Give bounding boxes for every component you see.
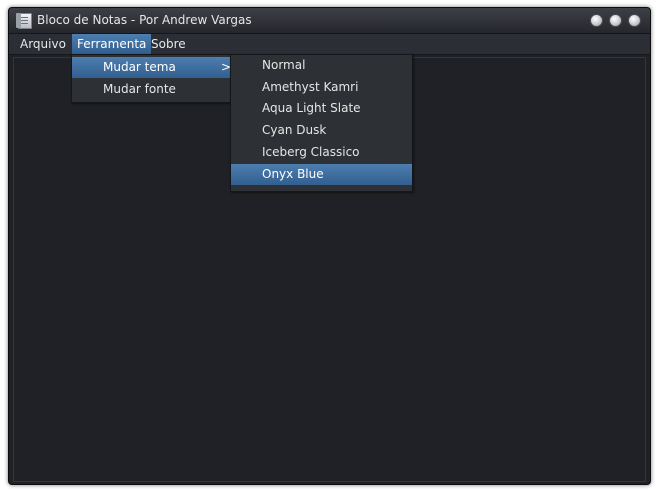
app-window: Bloco de Notas - Por Andrew Vargas Arqui…	[8, 7, 651, 485]
theme-option-label: Amethyst Kamri	[262, 80, 359, 94]
theme-option-normal[interactable]: Normal	[231, 55, 412, 76]
ferramenta-dropdown: Mudar tema > Mudar fonte	[71, 54, 232, 103]
theme-option-onyx-blue[interactable]: Onyx Blue	[231, 164, 412, 185]
close-button[interactable]	[628, 14, 641, 27]
theme-option-iceberg-classico[interactable]: Iceberg Classico	[231, 142, 412, 163]
theme-option-label: Aqua Light Slate	[262, 101, 361, 115]
maximize-button[interactable]	[609, 14, 622, 27]
menu-item-mudar-fonte[interactable]: Mudar fonte	[72, 79, 231, 100]
theme-option-label: Onyx Blue	[262, 167, 324, 181]
theme-option-label: Iceberg Classico	[262, 145, 360, 159]
menu-item-label: Mudar tema	[103, 60, 176, 74]
window-title: Bloco de Notas - Por Andrew Vargas	[37, 13, 252, 27]
menu-ferramenta[interactable]: Ferramenta	[72, 34, 152, 54]
menu-sobre[interactable]: Sobre	[146, 34, 191, 54]
minimize-button[interactable]	[590, 14, 603, 27]
menu-bar: Arquivo Ferramenta Sobre	[9, 34, 650, 55]
menu-arquivo[interactable]: Arquivo	[15, 34, 71, 54]
theme-option-amethyst-kamri[interactable]: Amethyst Kamri	[231, 77, 412, 98]
theme-option-label: Normal	[262, 58, 306, 72]
menu-item-label: Mudar fonte	[103, 82, 176, 96]
title-bar[interactable]: Bloco de Notas - Por Andrew Vargas	[9, 8, 650, 34]
theme-option-label: Cyan Dusk	[262, 123, 327, 137]
theme-option-aqua-light-slate[interactable]: Aqua Light Slate	[231, 98, 412, 119]
tema-submenu: Normal Amethyst Kamri Aqua Light Slate C…	[230, 54, 413, 192]
menu-item-mudar-tema[interactable]: Mudar tema >	[72, 57, 231, 78]
notepad-icon	[16, 13, 32, 29]
theme-option-cyan-dusk[interactable]: Cyan Dusk	[231, 120, 412, 141]
